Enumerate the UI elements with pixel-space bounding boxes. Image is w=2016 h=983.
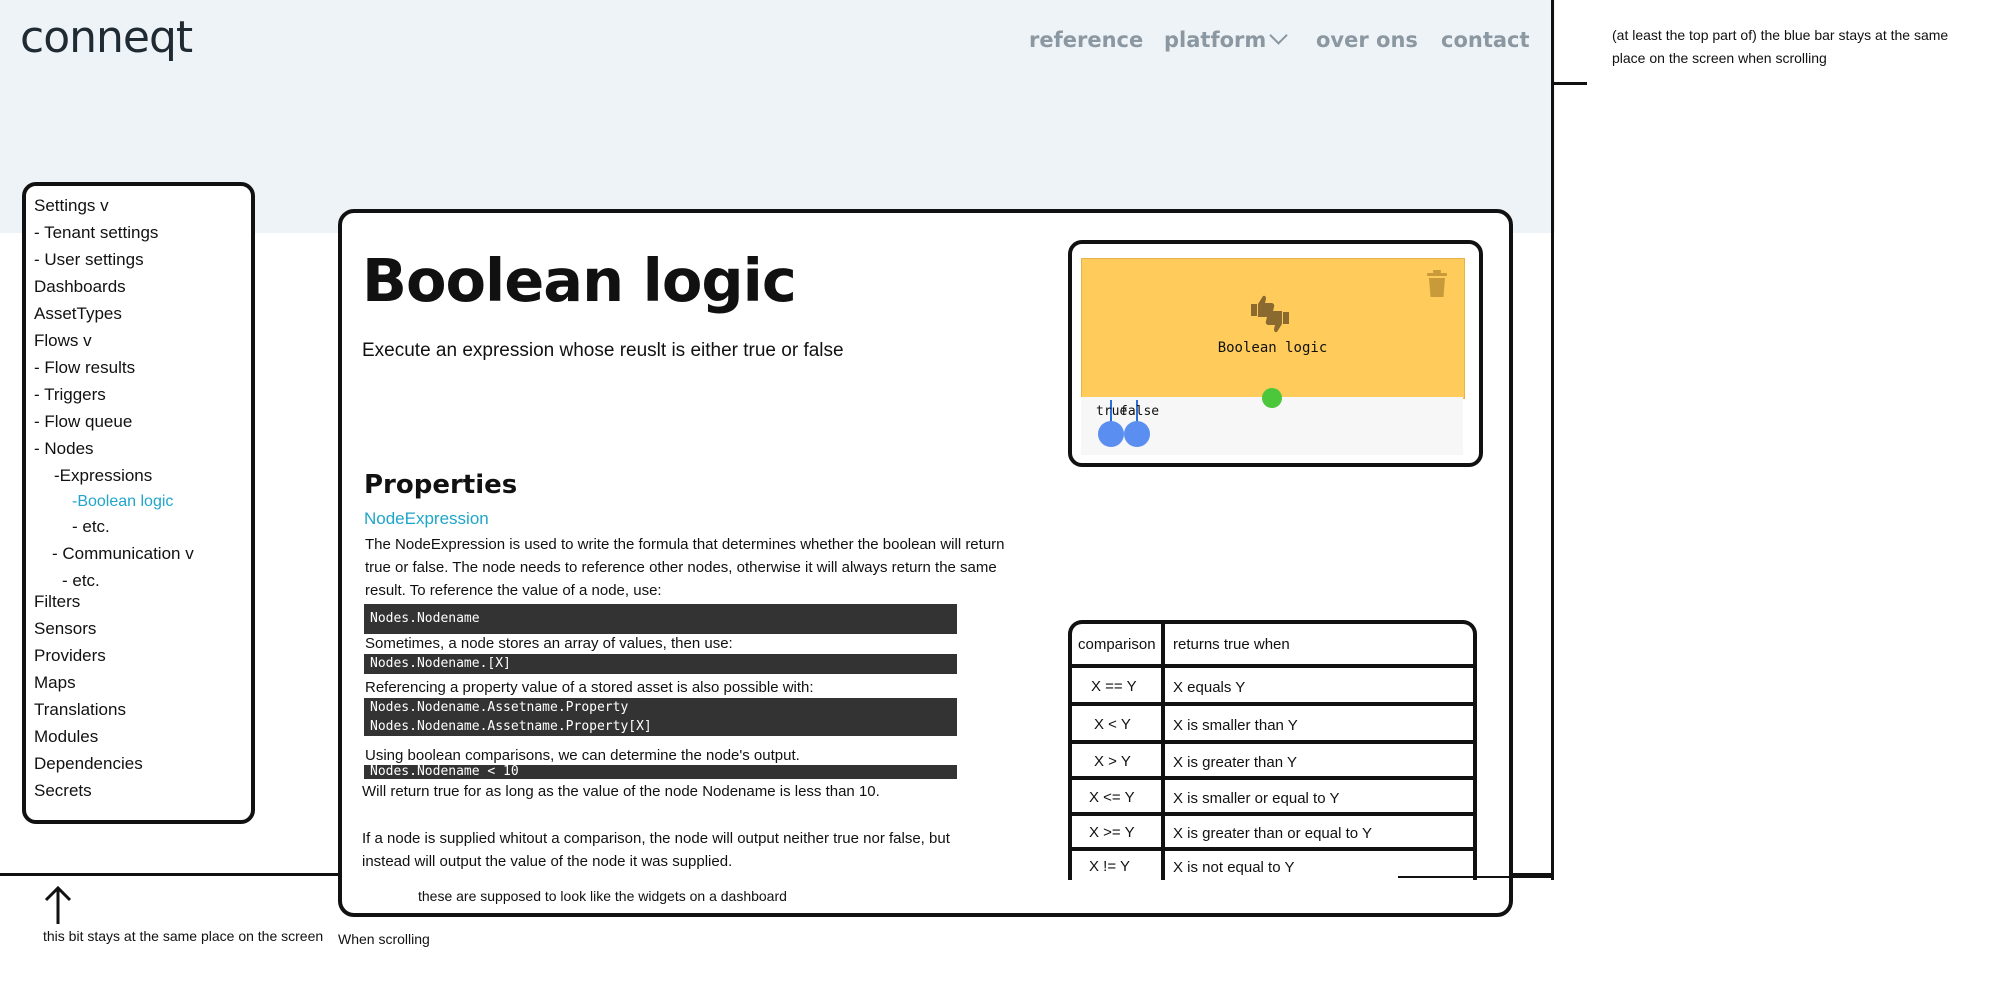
- table-row-divider: [1068, 702, 1477, 706]
- table-cell-operator: X != Y: [1089, 858, 1131, 875]
- nav-contact[interactable]: contact: [1441, 28, 1530, 52]
- properties-heading: Properties: [364, 470, 518, 500]
- thumbs-up-down-icon: [1251, 295, 1289, 333]
- table-cell-meaning: X is not equal to Y: [1173, 859, 1295, 876]
- annotation-sticky-header: (at least the top part of) the blue bar …: [1612, 27, 1949, 66]
- table-cell-operator: X >= Y: [1089, 824, 1135, 841]
- conneqt-logo[interactable]: conneqt: [20, 12, 193, 63]
- table-cell-meaning: X is greater than or equal to Y: [1173, 825, 1373, 842]
- sidebar-item-translations[interactable]: Translations: [34, 700, 126, 720]
- nav-reference[interactable]: reference: [1029, 28, 1143, 52]
- table-row-divider: [1068, 847, 1477, 851]
- sidebar-item-communication[interactable]: - Communication v: [52, 544, 194, 564]
- annotation-widgets: these are supposed to look like the widg…: [418, 888, 787, 904]
- code-line-asset-property: Nodes.Nodename.Assetname.Property: [370, 700, 629, 715]
- table-cell-meaning: X equals Y: [1173, 679, 1246, 696]
- property-description-para: The NodeExpression is used to write the …: [365, 536, 1005, 599]
- annotation-pointer-line: [1551, 82, 1587, 85]
- table-row-divider: [1068, 664, 1477, 668]
- code-block-comparison: Nodes.Nodename < 10: [364, 765, 957, 779]
- table-row-divider: [1068, 740, 1477, 744]
- page-subtitle: Execute an expression whose reuslt is ei…: [362, 340, 844, 361]
- sidebar-item-nodes[interactable]: - Nodes: [34, 439, 94, 459]
- frame-bottom-tail: [1398, 876, 1553, 878]
- trash-icon[interactable]: [1426, 270, 1448, 298]
- code-block-array: Nodes.Nodename.[X]: [364, 654, 957, 674]
- sidebar-item-flows[interactable]: Flows v: [34, 331, 92, 351]
- sidebar-item-modules[interactable]: Modules: [34, 727, 98, 747]
- sidebar-item-filters[interactable]: Filters: [34, 592, 80, 612]
- sidebar-item-flow-queue[interactable]: - Flow queue: [34, 412, 132, 432]
- sidebar-item-etc-nodes[interactable]: - etc.: [62, 571, 100, 591]
- sidebar-item-secrets[interactable]: Secrets: [34, 781, 92, 801]
- chevron-down-icon: [1269, 26, 1288, 45]
- arrow-up-icon: [44, 885, 72, 924]
- sidebar-item-assettypes[interactable]: AssetTypes: [34, 304, 122, 324]
- nav-over-ons[interactable]: over ons: [1316, 28, 1418, 52]
- table-row-divider: [1068, 812, 1477, 816]
- output-label-false: false: [1120, 404, 1160, 419]
- sidebar-item-user-settings[interactable]: - User settings: [34, 250, 144, 270]
- sidebar-item-expressions[interactable]: -Expressions: [54, 466, 152, 486]
- table-header-returns-true-when: returns true when: [1173, 636, 1290, 653]
- annotation-sticky-sidebar: this bit stays at the same place on the …: [43, 928, 324, 944]
- table-row-divider: [1068, 776, 1477, 780]
- frame-right-edge: [1551, 0, 1554, 880]
- sidebar-item-tenant-settings[interactable]: - Tenant settings: [34, 223, 158, 243]
- comparison-result-para: Will return true for as long as the valu…: [362, 783, 880, 800]
- sidebar-item-providers[interactable]: Providers: [34, 646, 106, 666]
- output-port-false[interactable]: [1124, 421, 1150, 447]
- array-description-para: Sometimes, a node stores an array of val…: [365, 635, 733, 652]
- node-input-port[interactable]: [1262, 388, 1282, 408]
- table-cell-operator: X <= Y: [1089, 789, 1135, 806]
- table-cell-operator: X > Y: [1094, 753, 1131, 770]
- property-name-nodeexpression[interactable]: NodeExpression: [364, 509, 489, 529]
- table-cell-meaning: X is smaller than Y: [1173, 717, 1298, 734]
- sidebar-item-etc-expressions[interactable]: - etc.: [72, 517, 110, 537]
- table-cell-operator: X < Y: [1094, 716, 1131, 733]
- comparison-table-column-divider: [1161, 620, 1165, 880]
- nav-platform[interactable]: platform: [1164, 26, 1288, 52]
- asset-property-description-para: Referencing a property value of a stored…: [365, 679, 814, 696]
- sidebar-item-dashboards[interactable]: Dashboards: [34, 277, 126, 297]
- no-comparison-para: If a node is supplied whitout a comparis…: [362, 830, 950, 870]
- node-label: Boolean logic: [1217, 340, 1328, 356]
- page-title: Boolean logic: [362, 246, 797, 315]
- code-line-asset-property-array: Nodes.Nodename.Assetname.Property[X]: [370, 719, 652, 734]
- sidebar-item-sensors[interactable]: Sensors: [34, 619, 96, 639]
- sidebar-item-flow-results[interactable]: - Flow results: [34, 358, 135, 378]
- comparison-description-para: Using boolean comparisons, we can determ…: [365, 747, 800, 764]
- sidebar-item-triggers[interactable]: - Triggers: [34, 385, 106, 405]
- output-port-true[interactable]: [1098, 421, 1124, 447]
- code-block-asset-property: Nodes.Nodename.Assetname.Property Nodes.N…: [364, 698, 957, 736]
- table-cell-meaning: X is smaller or equal to Y: [1173, 790, 1340, 807]
- nav-platform-label: platform: [1164, 28, 1267, 52]
- table-cell-meaning: X is greater than Y: [1173, 754, 1297, 771]
- annotation-when-scrolling: When scrolling: [338, 931, 430, 947]
- code-block-nodename: Nodes.Nodename: [364, 604, 957, 634]
- sidebar-item-settings[interactable]: Settings v: [34, 196, 109, 216]
- sidebar-item-maps[interactable]: Maps: [34, 673, 76, 693]
- sidebar-item-boolean-logic[interactable]: -Boolean logic: [72, 493, 173, 511]
- table-header-comparison: comparison: [1078, 636, 1156, 653]
- sidebar-item-dependencies[interactable]: Dependencies: [34, 754, 143, 774]
- table-cell-operator: X == Y: [1091, 678, 1137, 695]
